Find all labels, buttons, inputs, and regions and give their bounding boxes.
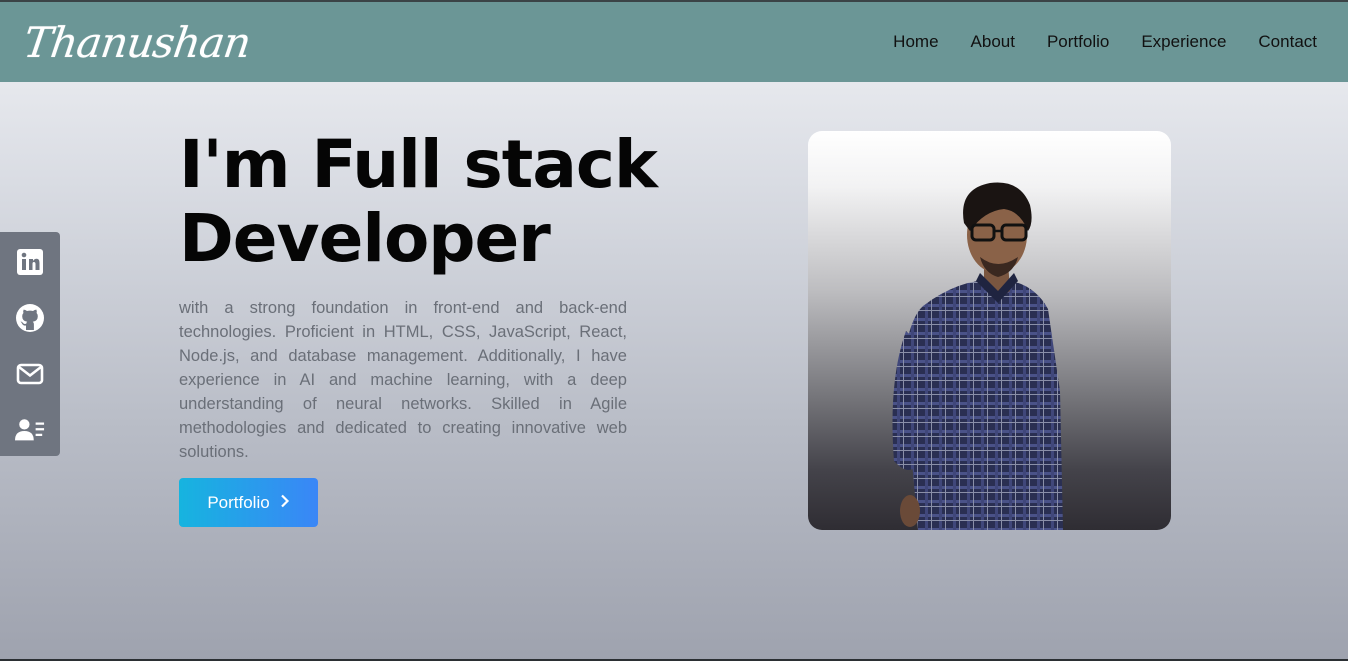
- github-icon[interactable]: [15, 300, 45, 336]
- portfolio-button-label: Portfolio: [207, 492, 270, 512]
- nav-home[interactable]: Home: [893, 32, 938, 52]
- nav-about[interactable]: About: [971, 32, 1015, 52]
- person-illustration: [892, 182, 1063, 530]
- main-nav: Home About Portfolio Experience Contact: [861, 32, 1317, 52]
- nav-portfolio[interactable]: Portfolio: [1047, 32, 1109, 52]
- resume-icon[interactable]: [15, 412, 45, 448]
- nav-contact[interactable]: Contact: [1258, 32, 1317, 52]
- hero-title-line1: I'm Full stack: [179, 126, 658, 203]
- site-logo[interactable]: Thanushan: [21, 18, 254, 67]
- hero-title-line2: Developer: [179, 200, 551, 277]
- linkedin-icon[interactable]: [15, 244, 45, 280]
- site-header: Thanushan Home About Portfolio Experienc…: [0, 2, 1348, 82]
- nav-experience[interactable]: Experience: [1141, 32, 1226, 52]
- page: Thanushan Home About Portfolio Experienc…: [0, 0, 1348, 661]
- hero-description: with a strong foundation in front-end an…: [179, 299, 627, 461]
- hero-title: I'm Full stack Developer: [179, 128, 658, 277]
- hero-text: I'm Full stack Developer with a strong f…: [179, 128, 658, 464]
- portfolio-button[interactable]: Portfolio: [179, 478, 318, 527]
- profile-photo: [808, 131, 1171, 530]
- social-sidebar: [0, 232, 60, 456]
- mail-icon[interactable]: [15, 356, 45, 392]
- chevron-right-icon: [280, 493, 290, 513]
